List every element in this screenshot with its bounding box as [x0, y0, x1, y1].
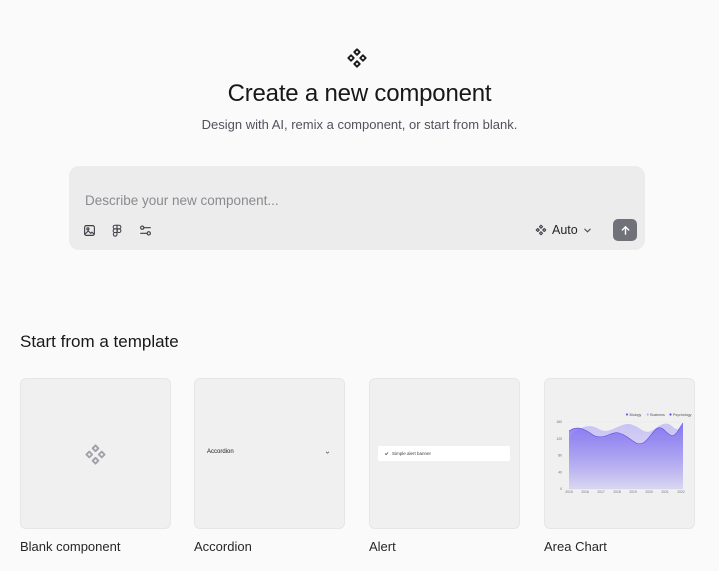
- x-tick-label: 2022: [677, 490, 685, 494]
- legend-label: Biology: [630, 413, 642, 417]
- model-select-label: Auto: [552, 223, 578, 237]
- legend-swatch: [669, 413, 672, 416]
- settings-button[interactable]: [134, 221, 156, 239]
- template-card-alert[interactable]: Simple alert banner: [369, 378, 520, 529]
- x-tick-label: 2018: [613, 490, 621, 494]
- x-tick-label: 2015: [565, 490, 573, 494]
- template-label-blank[interactable]: Blank component: [20, 539, 120, 554]
- templates-section-title: Start from a template: [20, 332, 179, 351]
- page-subtitle: Design with AI, remix a component, or st…: [201, 117, 518, 132]
- area-chart-preview: Biology Business Psychology 0 40 80 120 160 20…: [556, 413, 692, 494]
- accordion-preview-row: Accordion: [207, 449, 330, 455]
- x-tick-label: 2016: [581, 490, 589, 494]
- chevron-down-icon: [583, 228, 591, 233]
- components-icon: [347, 48, 367, 68]
- template-label-accordion[interactable]: Accordion: [194, 539, 252, 554]
- alert-preview: Simple alert banner: [378, 446, 510, 461]
- y-tick-label: 80: [558, 454, 562, 458]
- legend-label: Psychology: [673, 413, 692, 417]
- x-tick-label: 2020: [645, 490, 653, 494]
- figma-icon: [112, 224, 122, 237]
- image-upload-button[interactable]: [78, 221, 100, 239]
- accordion-preview-text: Accordion: [207, 449, 234, 455]
- components-icon: [535, 224, 547, 236]
- alert-preview-text: Simple alert banner: [392, 451, 432, 456]
- template-label-area-chart[interactable]: Area Chart: [544, 539, 607, 554]
- y-tick-label: 120: [556, 437, 562, 441]
- image-icon: [83, 224, 95, 236]
- model-select[interactable]: Auto: [535, 221, 592, 239]
- components-icon: [85, 444, 106, 465]
- legend-swatch: [625, 413, 629, 416]
- settings-sliders-icon: [139, 224, 151, 236]
- check-icon: [384, 452, 389, 456]
- y-tick-label: 0: [560, 487, 562, 491]
- template-label-alert[interactable]: Alert: [369, 539, 396, 554]
- x-tick-label: 2019: [629, 490, 637, 494]
- arrow-up-icon: [621, 225, 629, 235]
- prompt-input[interactable]: [69, 166, 645, 216]
- x-tick-label: 2017: [597, 490, 605, 494]
- prompt-box: Auto: [69, 166, 645, 250]
- template-card-accordion[interactable]: Accordion: [194, 378, 345, 529]
- send-button[interactable]: [613, 219, 637, 241]
- template-card-blank[interactable]: [20, 378, 171, 529]
- x-tick-label: 2021: [661, 490, 669, 494]
- template-card-area-chart[interactable]: Biology Business Psychology 0 40 80 120 160 20…: [544, 378, 695, 529]
- page-title: Create a new component: [227, 80, 492, 107]
- chevron-down-icon: [325, 450, 330, 454]
- legend-swatch: [646, 413, 649, 416]
- legend-label: Business: [650, 413, 665, 417]
- figma-import-button[interactable]: [106, 221, 128, 239]
- y-tick-label: 160: [556, 420, 562, 424]
- y-tick-label: 40: [558, 470, 562, 474]
